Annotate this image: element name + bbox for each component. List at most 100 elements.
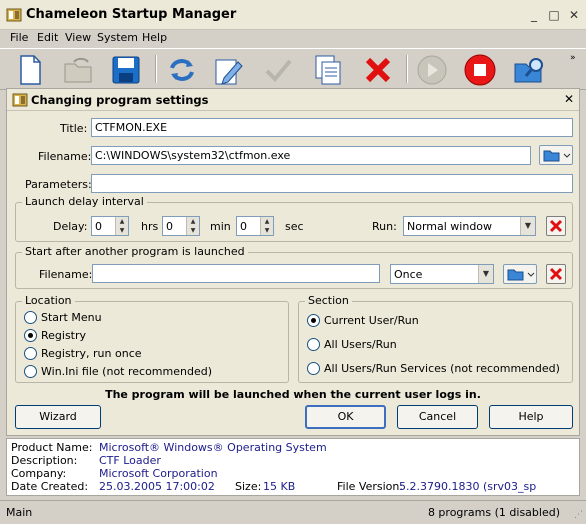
- launch-notice: The program will be launched when the cu…: [105, 388, 481, 401]
- radio-current-user-run[interactable]: [307, 314, 320, 327]
- status-bar: Main 8 programs (1 disabled) ⋰: [0, 500, 586, 524]
- run-mode-select[interactable]: Normal window ▼: [403, 216, 536, 236]
- status-section: Main: [6, 506, 33, 519]
- radio-win-ini[interactable]: [24, 365, 37, 378]
- min-label: min: [210, 220, 231, 233]
- chevron-down-icon[interactable]: ▼: [478, 265, 493, 283]
- toolbar-overflow-icon[interactable]: »: [570, 53, 576, 63]
- win-ini-label[interactable]: Win.Ini file (not recommended): [41, 365, 212, 378]
- location-label: Location: [22, 294, 75, 307]
- menu-edit[interactable]: Edit: [37, 31, 58, 44]
- refresh-icon[interactable]: [164, 52, 200, 88]
- check-icon: [260, 52, 296, 88]
- clear-after-button[interactable]: [546, 264, 566, 284]
- browse-after-button[interactable]: [503, 264, 537, 284]
- after-filename-input[interactable]: [92, 264, 380, 283]
- company-value: Microsoft Corporation: [99, 467, 218, 480]
- parameters-input[interactable]: [91, 174, 573, 193]
- spin-down-icon[interactable]: ▼: [186, 226, 199, 235]
- resize-grip-icon[interactable]: ⋰: [574, 510, 583, 520]
- launch-when-select[interactable]: Once ▼: [390, 264, 494, 284]
- stop-icon[interactable]: [462, 52, 498, 88]
- product-name-label: Product Name:: [11, 441, 93, 454]
- help-button[interactable]: Help: [489, 405, 573, 429]
- spin-up-icon[interactable]: ▲: [115, 217, 128, 226]
- wizard-button[interactable]: Wizard: [15, 405, 101, 429]
- file-version-value: 5.2.3790.1830 (srv03_sp: [399, 480, 537, 493]
- parameters-label: Parameters:: [25, 178, 92, 191]
- spin-down-icon[interactable]: ▼: [260, 226, 273, 235]
- after-filename-label: Filename:: [39, 268, 93, 281]
- chevron-down-icon[interactable]: ▼: [520, 217, 535, 235]
- file-version-label: File Version:: [337, 480, 404, 493]
- edit-icon[interactable]: [210, 52, 246, 88]
- title-input[interactable]: CTFMON.EXE: [91, 118, 573, 137]
- delete-icon: [549, 267, 563, 281]
- launch-delay-label: Launch delay interval: [22, 195, 147, 208]
- hrs-stepper[interactable]: 0 ▲ ▼: [91, 216, 129, 236]
- toolbar: »: [0, 48, 586, 90]
- hrs-label: hrs: [141, 220, 159, 233]
- minimize-icon[interactable]: _: [527, 8, 541, 22]
- browse-filename-button[interactable]: [539, 145, 573, 165]
- radio-registry[interactable]: [24, 329, 37, 342]
- description-value: CTF Loader: [99, 454, 161, 467]
- all-users-run-label[interactable]: All Users/Run: [324, 338, 397, 351]
- window-title: Chameleon Startup Manager: [26, 7, 237, 22]
- sec-label: sec: [285, 220, 304, 233]
- menu-view[interactable]: View: [65, 31, 91, 44]
- min-value: 0: [166, 220, 173, 233]
- spin-up-icon[interactable]: ▲: [260, 217, 273, 226]
- dialog-header: Changing program settings ✕: [7, 89, 579, 111]
- ok-button[interactable]: OK: [305, 405, 386, 429]
- filename-input[interactable]: C:\WINDOWS\system32\ctfmon.exe: [91, 146, 531, 165]
- dialog-close-icon[interactable]: ✕: [564, 92, 574, 106]
- radio-all-users-run-services[interactable]: [307, 362, 320, 375]
- spin-down-icon[interactable]: ▼: [115, 226, 128, 235]
- start-menu-label[interactable]: Start Menu: [41, 311, 102, 324]
- dialog-title: Changing program settings: [31, 93, 209, 107]
- delete-icon: [549, 219, 563, 233]
- radio-registry-run-once[interactable]: [24, 347, 37, 360]
- status-program-count: 8 programs (1 disabled): [427, 506, 560, 519]
- launch-when-value: Once: [394, 268, 423, 281]
- section-label: Section: [305, 294, 352, 307]
- menu-file[interactable]: File: [10, 31, 28, 44]
- new-document-icon[interactable]: [12, 52, 48, 88]
- min-stepper[interactable]: 0 ▲ ▼: [162, 216, 200, 236]
- settings-dialog: Changing program settings ✕ Title: CTFMO…: [6, 88, 580, 436]
- search-folder-icon[interactable]: [512, 52, 548, 88]
- location-group: Location Start Menu Registry Registry, r…: [15, 294, 289, 383]
- filename-label: Filename:: [38, 150, 92, 163]
- delete-icon[interactable]: [360, 52, 396, 88]
- current-user-run-label[interactable]: Current User/Run: [324, 314, 419, 327]
- file-info-panel: Product Name: Microsoft® Windows® Operat…: [6, 438, 580, 496]
- registry-label[interactable]: Registry: [41, 329, 86, 342]
- registry-run-once-label[interactable]: Registry, run once: [41, 347, 142, 360]
- start-after-label: Start after another program is launched: [22, 245, 248, 258]
- run-mode-value: Normal window: [407, 220, 493, 233]
- save-icon[interactable]: [108, 52, 144, 88]
- maximize-icon[interactable]: □: [547, 8, 561, 22]
- radio-all-users-run[interactable]: [307, 338, 320, 351]
- cancel-button[interactable]: Cancel: [397, 405, 478, 429]
- sec-stepper[interactable]: 0 ▲ ▼: [236, 216, 274, 236]
- size-value: 15 KB: [263, 480, 296, 493]
- folder-icon: [507, 269, 535, 281]
- close-icon[interactable]: ✕: [567, 8, 581, 22]
- delay-label: Delay:: [53, 220, 88, 233]
- product-name-value: Microsoft® Windows® Operating System: [99, 441, 327, 454]
- spin-up-icon[interactable]: ▲: [186, 217, 199, 226]
- radio-start-menu[interactable]: [24, 311, 37, 324]
- menu-system[interactable]: System: [97, 31, 138, 44]
- sec-value: 0: [240, 220, 247, 233]
- all-users-run-services-label[interactable]: All Users/Run Services (not recommended): [324, 362, 560, 375]
- date-created-label: Date Created:: [11, 480, 89, 493]
- menu-help[interactable]: Help: [142, 31, 167, 44]
- description-label: Description:: [11, 454, 78, 467]
- open-icon: [60, 52, 96, 88]
- clear-delay-button[interactable]: [546, 216, 566, 236]
- section-group: Section Current User/Run All Users/Run A…: [298, 294, 573, 383]
- run-label: Run:: [372, 220, 397, 233]
- copy-icon[interactable]: [310, 52, 346, 88]
